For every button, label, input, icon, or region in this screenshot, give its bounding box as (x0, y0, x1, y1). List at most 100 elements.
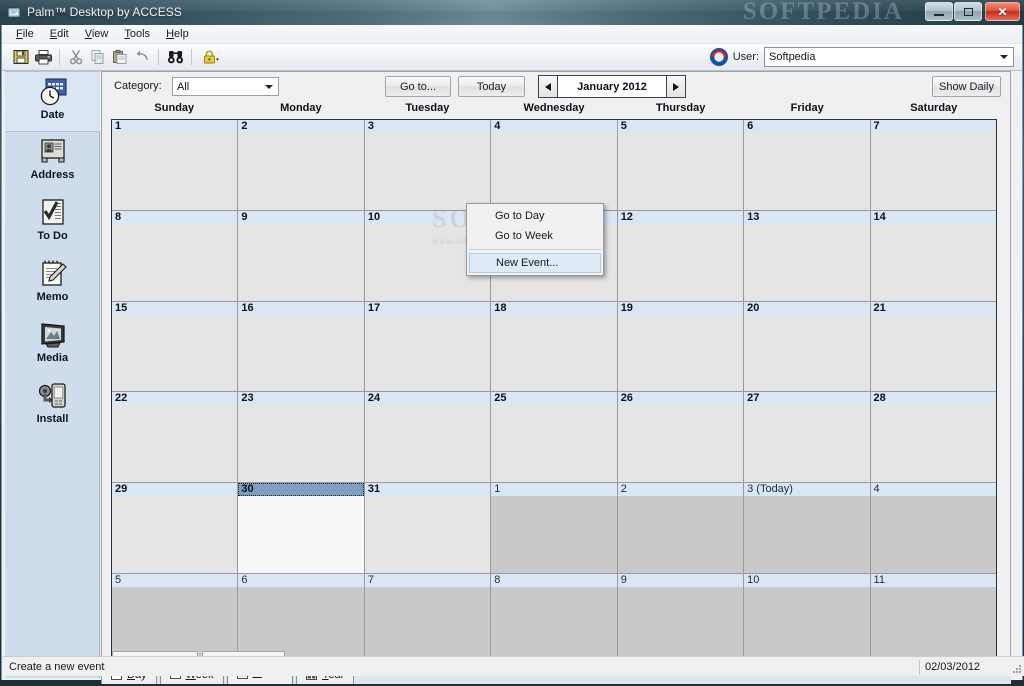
day-events-area[interactable] (618, 405, 743, 482)
day-events-area[interactable] (871, 224, 996, 301)
day-events-area[interactable] (871, 496, 996, 573)
paste-button[interactable] (109, 46, 131, 68)
day-events-area[interactable] (365, 496, 490, 573)
day-events-area[interactable] (112, 405, 237, 482)
day-events-area[interactable] (618, 133, 743, 210)
sidebar-item-date[interactable]: Date (5, 71, 100, 132)
find-button[interactable] (164, 46, 186, 68)
day-cell[interactable]: 3 (Today) (744, 483, 871, 574)
day-cell[interactable]: 13 (744, 210, 871, 301)
day-cell[interactable]: 3 (364, 120, 492, 210)
day-cell[interactable]: 21 (870, 301, 996, 392)
day-events-area[interactable] (744, 224, 869, 301)
day-cell[interactable]: 5 (617, 120, 745, 210)
day-cell[interactable]: 30 (238, 483, 365, 574)
hotsync-icon[interactable] (709, 48, 728, 66)
day-cell[interactable]: 29 (112, 483, 239, 574)
day-events-area[interactable] (618, 315, 743, 392)
sidebar-item-todo[interactable]: To Do (5, 193, 100, 254)
day-cell[interactable]: 22 (112, 392, 239, 483)
day-cell[interactable]: 1 (491, 483, 618, 574)
day-cell[interactable]: 28 (870, 392, 996, 483)
copy-button[interactable] (87, 46, 109, 68)
show-daily-button[interactable]: Show Daily (932, 76, 1001, 97)
undo-button[interactable] (131, 46, 153, 68)
day-cell[interactable]: 31 (364, 483, 492, 574)
day-cell[interactable]: 4 (491, 120, 618, 210)
category-combo[interactable]: All (172, 77, 279, 96)
day-events-area[interactable] (491, 133, 616, 210)
day-events-area[interactable] (744, 405, 869, 482)
day-events-area[interactable] (112, 133, 237, 210)
sidebar-item-media[interactable]: Media (5, 315, 100, 376)
day-cell[interactable]: 15 (112, 301, 239, 392)
day-events-area[interactable] (491, 315, 616, 392)
day-events-area[interactable] (112, 315, 237, 392)
day-cell[interactable]: 2 (617, 483, 745, 574)
day-cell[interactable]: 8 (112, 210, 239, 301)
day-cell[interactable]: 19 (617, 301, 745, 392)
day-cell[interactable]: 12 (617, 210, 745, 301)
prev-month-button[interactable] (539, 76, 558, 97)
day-cell[interactable]: 6 (744, 120, 871, 210)
context-menu-item-go-to-day[interactable]: Go to Day (467, 206, 603, 226)
day-cell[interactable]: 1 (112, 120, 239, 210)
minimize-button[interactable] (925, 2, 953, 21)
menu-file[interactable]: FFileile (8, 26, 42, 42)
menu-tools[interactable]: Tools (116, 26, 158, 42)
save-button[interactable] (10, 46, 32, 68)
print-button[interactable] (32, 46, 54, 68)
sidebar-item-memo[interactable]: Memo (5, 254, 100, 315)
day-events-area[interactable] (491, 405, 616, 482)
day-events-area[interactable] (618, 496, 743, 573)
day-events-area[interactable] (112, 496, 237, 573)
day-cell[interactable]: 25 (491, 392, 618, 483)
day-cell[interactable]: 4 (870, 483, 996, 574)
day-events-area[interactable] (365, 405, 490, 482)
context-menu-item-go-to-week[interactable]: Go to Week (467, 226, 603, 246)
day-events-area[interactable] (618, 224, 743, 301)
day-events-area[interactable] (238, 224, 363, 301)
day-events-area[interactable] (112, 224, 237, 301)
day-cell[interactable]: 7 (870, 120, 996, 210)
day-events-area[interactable] (365, 315, 490, 392)
day-cell[interactable]: 26 (617, 392, 745, 483)
day-events-area[interactable] (238, 315, 363, 392)
menu-help[interactable]: Help (158, 26, 197, 42)
day-events-area[interactable] (871, 133, 996, 210)
day-events-area[interactable] (871, 405, 996, 482)
day-cell[interactable]: 24 (364, 392, 492, 483)
day-cell[interactable]: 18 (491, 301, 618, 392)
sidebar-item-address[interactable]: Address (5, 132, 100, 193)
day-events-area[interactable] (238, 133, 363, 210)
day-cell[interactable]: 9 (238, 210, 365, 301)
day-cell[interactable]: 14 (870, 210, 996, 301)
next-month-button[interactable] (666, 76, 685, 97)
day-cell[interactable]: 23 (238, 392, 365, 483)
sidebar-item-install[interactable]: Install (5, 376, 100, 437)
privacy-lock-button[interactable] (197, 46, 225, 68)
context-menu-item-new-event[interactable]: New Event... (469, 253, 601, 273)
day-events-area[interactable] (365, 133, 490, 210)
maximize-button[interactable] (954, 2, 982, 21)
day-cell[interactable]: 16 (238, 301, 365, 392)
day-cell[interactable]: 17 (364, 301, 492, 392)
day-events-area[interactable] (744, 133, 869, 210)
day-events-area[interactable] (238, 405, 363, 482)
close-button[interactable]: ✕ (985, 2, 1020, 21)
day-events-area[interactable] (871, 315, 996, 392)
day-events-area[interactable] (491, 496, 616, 573)
day-cell[interactable]: 2 (238, 120, 365, 210)
resize-grip-icon[interactable] (1009, 661, 1023, 675)
menu-view[interactable]: View (77, 26, 117, 42)
menu-edit[interactable]: Edit (42, 26, 77, 42)
day-events-area[interactable] (744, 496, 869, 573)
go-to-button[interactable]: Go to... (385, 76, 451, 97)
day-cell[interactable]: 20 (744, 301, 871, 392)
day-events-area[interactable] (744, 315, 869, 392)
day-cell[interactable]: 27 (744, 392, 871, 483)
day-events-area[interactable] (238, 496, 363, 573)
user-combo[interactable]: Softpedia (764, 47, 1014, 67)
today-button[interactable]: Today (458, 76, 525, 97)
cut-button[interactable] (65, 46, 87, 68)
